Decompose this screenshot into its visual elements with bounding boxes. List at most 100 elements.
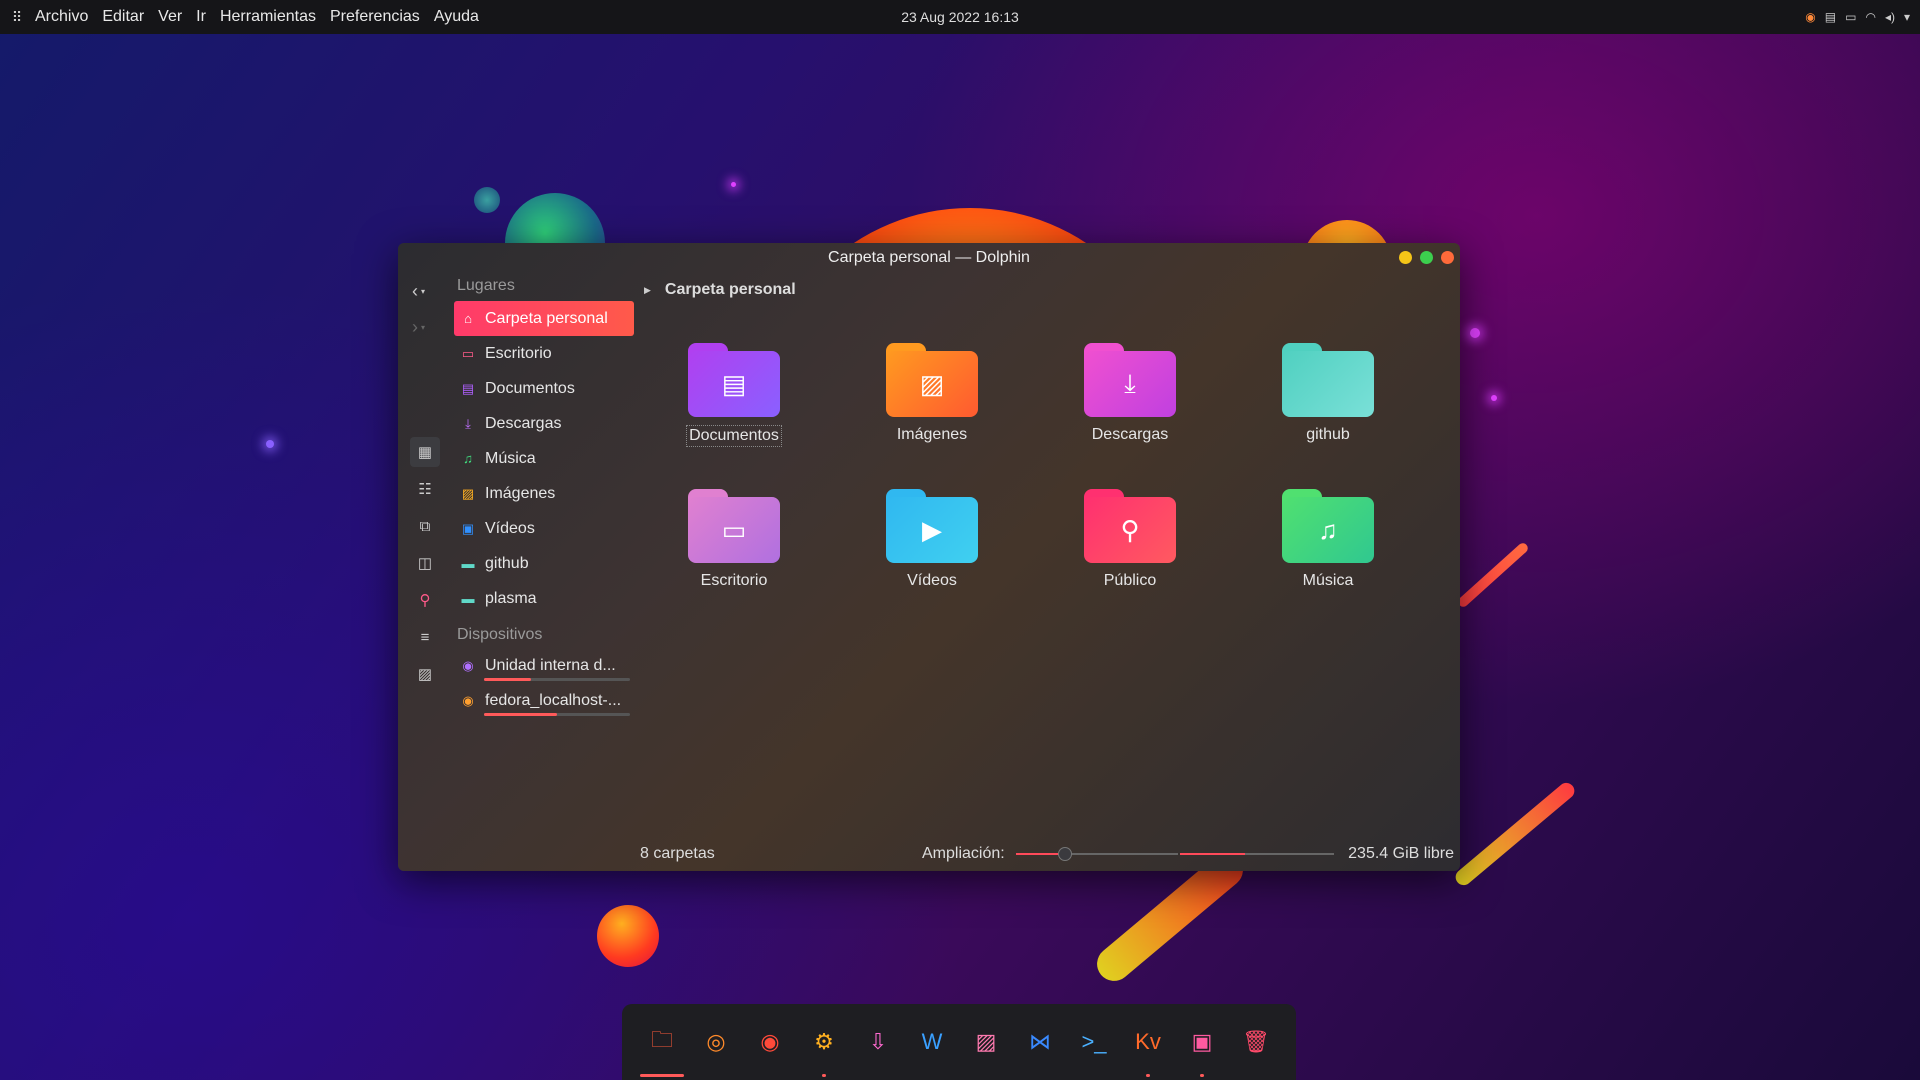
close-button[interactable] (1441, 251, 1454, 264)
place-item-descargas[interactable]: ⤓ Descargas (454, 406, 634, 441)
zoom-slider-handle[interactable] (1057, 847, 1072, 861)
folder-im-genes[interactable]: ▨ Imágenes (882, 343, 982, 447)
files-launcher[interactable]: 🗀 (640, 1021, 684, 1077)
maximize-button[interactable] (1420, 251, 1433, 264)
search-button[interactable]: ⚲ (410, 585, 440, 615)
folder-label: Música (1302, 572, 1354, 589)
firefox-launcher[interactable]: ◉ (749, 1021, 791, 1063)
icons-view-button[interactable]: ▦ (410, 437, 440, 467)
folder-grid: ▤ Documentos ▨ Imágenes ⤓ Descargas github ▭ Esc… (684, 343, 1460, 591)
kvantum-launcher[interactable]: Kv (1127, 1021, 1169, 1077)
document-icon: ▤ (461, 380, 475, 396)
folder-icon: ▶ (886, 489, 978, 563)
split-view-icon: ◫ (417, 555, 433, 572)
volume-icon[interactable]: ◂) (1885, 10, 1895, 24)
breadcrumb[interactable]: ▶ Carpeta personal (644, 279, 796, 301)
device-item[interactable]: ◉ Unidad interna d... (454, 648, 634, 683)
place-label: Música (485, 449, 536, 467)
devices-list: ◉ Unidad interna d... ◉ fedora_localhost-..… (454, 648, 634, 718)
screenshot-icon: ▣ (1191, 1029, 1213, 1054)
place-item-m-sica[interactable]: ♫ Música (454, 441, 634, 476)
place-item-im-genes[interactable]: ▨ Imágenes (454, 476, 634, 511)
image-preview-icon: ▨ (417, 666, 433, 683)
terminal-launcher[interactable]: >_ (1073, 1021, 1115, 1063)
places-panel: Lugares ⌂ Carpeta personal ▭ Escritorio ▤ Doc… (454, 273, 634, 718)
chevron-down-icon[interactable]: ▾ (1904, 10, 1910, 24)
folder-descargas[interactable]: ⤓ Descargas (1080, 343, 1180, 447)
trash-launcher[interactable]: 🗑 (1235, 1021, 1277, 1063)
place-item-escritorio[interactable]: ▭ Escritorio (454, 336, 634, 371)
drive-icon: ◉ (462, 657, 474, 673)
desktop-icon: ▭ (688, 497, 780, 563)
device-label: fedora_localhost-... (485, 691, 622, 709)
preview-button[interactable]: ▨ (410, 659, 440, 689)
place-item-carpeta-personal[interactable]: ⌂ Carpeta personal (454, 301, 634, 336)
compact-view-button[interactable]: ☷ (410, 474, 440, 504)
drive-icon: ◉ (462, 692, 474, 708)
app-grid-icon[interactable]: ⠿ (6, 9, 28, 26)
install-launcher[interactable]: ⇩ (857, 1021, 899, 1063)
zoom-label: Ampliación: (922, 845, 1005, 862)
folder-icon: ♫ (1282, 489, 1374, 563)
menu-item-4[interactable]: Herramientas (213, 8, 323, 26)
word-launcher[interactable]: W (911, 1021, 953, 1063)
free-space-bar (1180, 853, 1334, 855)
battery-icon[interactable]: ▭ (1845, 10, 1856, 24)
menu-item-2[interactable]: Ver (151, 8, 189, 26)
place-item-github[interactable]: ▬ github (454, 546, 634, 581)
zoom-slider[interactable] (1016, 847, 1178, 861)
folder-documentos[interactable]: ▤ Documentos (684, 343, 784, 447)
firefox-icon[interactable]: ◉ (1805, 10, 1815, 24)
window-title: Carpeta personal — Dolphin (828, 249, 1030, 266)
forward-button[interactable]: › ▾ (412, 315, 442, 339)
window-titlebar[interactable]: Carpeta personal — Dolphin (398, 243, 1460, 273)
wallpaper-streak-3 (1456, 541, 1530, 609)
back-button[interactable]: ‹ ▾ (412, 279, 442, 303)
place-item-documentos[interactable]: ▤ Documentos (454, 371, 634, 406)
folder-github[interactable]: github (1278, 343, 1378, 447)
folder-p-blico[interactable]: ⚲ Público (1080, 489, 1180, 591)
wallpaper-star (731, 182, 736, 187)
breadcrumb-current[interactable]: Carpeta personal (665, 281, 796, 299)
place-item-plasma[interactable]: ▬ plasma (454, 581, 634, 616)
menu-item-3[interactable]: Ir (189, 8, 213, 26)
split-view-button[interactable]: ◫ (410, 548, 440, 578)
wallpaper-streak-2 (1452, 779, 1578, 889)
kvantum-icon: Kv (1135, 1029, 1161, 1054)
settings-launcher[interactable]: ⚙ (803, 1021, 845, 1077)
top-panel: ⠿ Archivo Editar Ver Ir Herramientas Preferen… (0, 0, 1920, 34)
menu-item-6[interactable]: Ayuda (427, 8, 486, 26)
wallpaper-star (266, 440, 274, 448)
view-tool-strip: ▦ ☷ ⧉ ◫ ⚲ ≡ ▨ (410, 437, 440, 689)
vscode-launcher[interactable]: ⋈ (1019, 1021, 1061, 1063)
wifi-icon[interactable]: ◠ (1865, 10, 1875, 24)
clock-text[interactable]: 23 Aug 2022 16:13 (901, 9, 1019, 25)
image-icon: ▨ (461, 485, 475, 501)
menu-button[interactable]: ≡ (410, 622, 440, 652)
icons-view-icon: ▦ (417, 444, 433, 461)
place-label: Vídeos (485, 519, 535, 537)
menu-item-0[interactable]: Archivo (28, 8, 95, 26)
places-list: ⌂ Carpeta personal ▭ Escritorio ▤ Documentos ⤓… (454, 301, 634, 616)
tree-view-icon: ⧉ (419, 517, 431, 535)
device-item[interactable]: ◉ fedora_localhost-... (454, 683, 634, 718)
minimize-button[interactable] (1399, 251, 1412, 264)
screenshot-launcher[interactable]: ▣ (1181, 1021, 1223, 1077)
menu-item-1[interactable]: Editar (95, 8, 151, 26)
menu-item-5[interactable]: Preferencias (323, 8, 427, 26)
device-usage-bar (484, 713, 630, 716)
details-view-button[interactable]: ⧉ (410, 511, 440, 541)
chrome-launcher[interactable]: ◎ (695, 1021, 737, 1063)
folder-icon: ▤ (688, 343, 780, 417)
folder-escritorio[interactable]: ▭ Escritorio (684, 489, 784, 591)
folder-m-sica[interactable]: ♫ Música (1278, 489, 1378, 591)
video-icon: ▶ (886, 497, 978, 563)
place-item-v-deos[interactable]: ▣ Vídeos (454, 511, 634, 546)
folder-v-deos[interactable]: ▶ Vídeos (882, 489, 982, 591)
chevron-down-icon: ▾ (421, 322, 426, 332)
folder-label: github (1306, 426, 1350, 443)
photos-launcher[interactable]: ▨ (965, 1021, 1007, 1063)
compact-view-icon: ☷ (418, 481, 432, 498)
place-label: Carpeta personal (485, 309, 608, 327)
clipboard-icon[interactable]: ▤ (1825, 10, 1836, 24)
